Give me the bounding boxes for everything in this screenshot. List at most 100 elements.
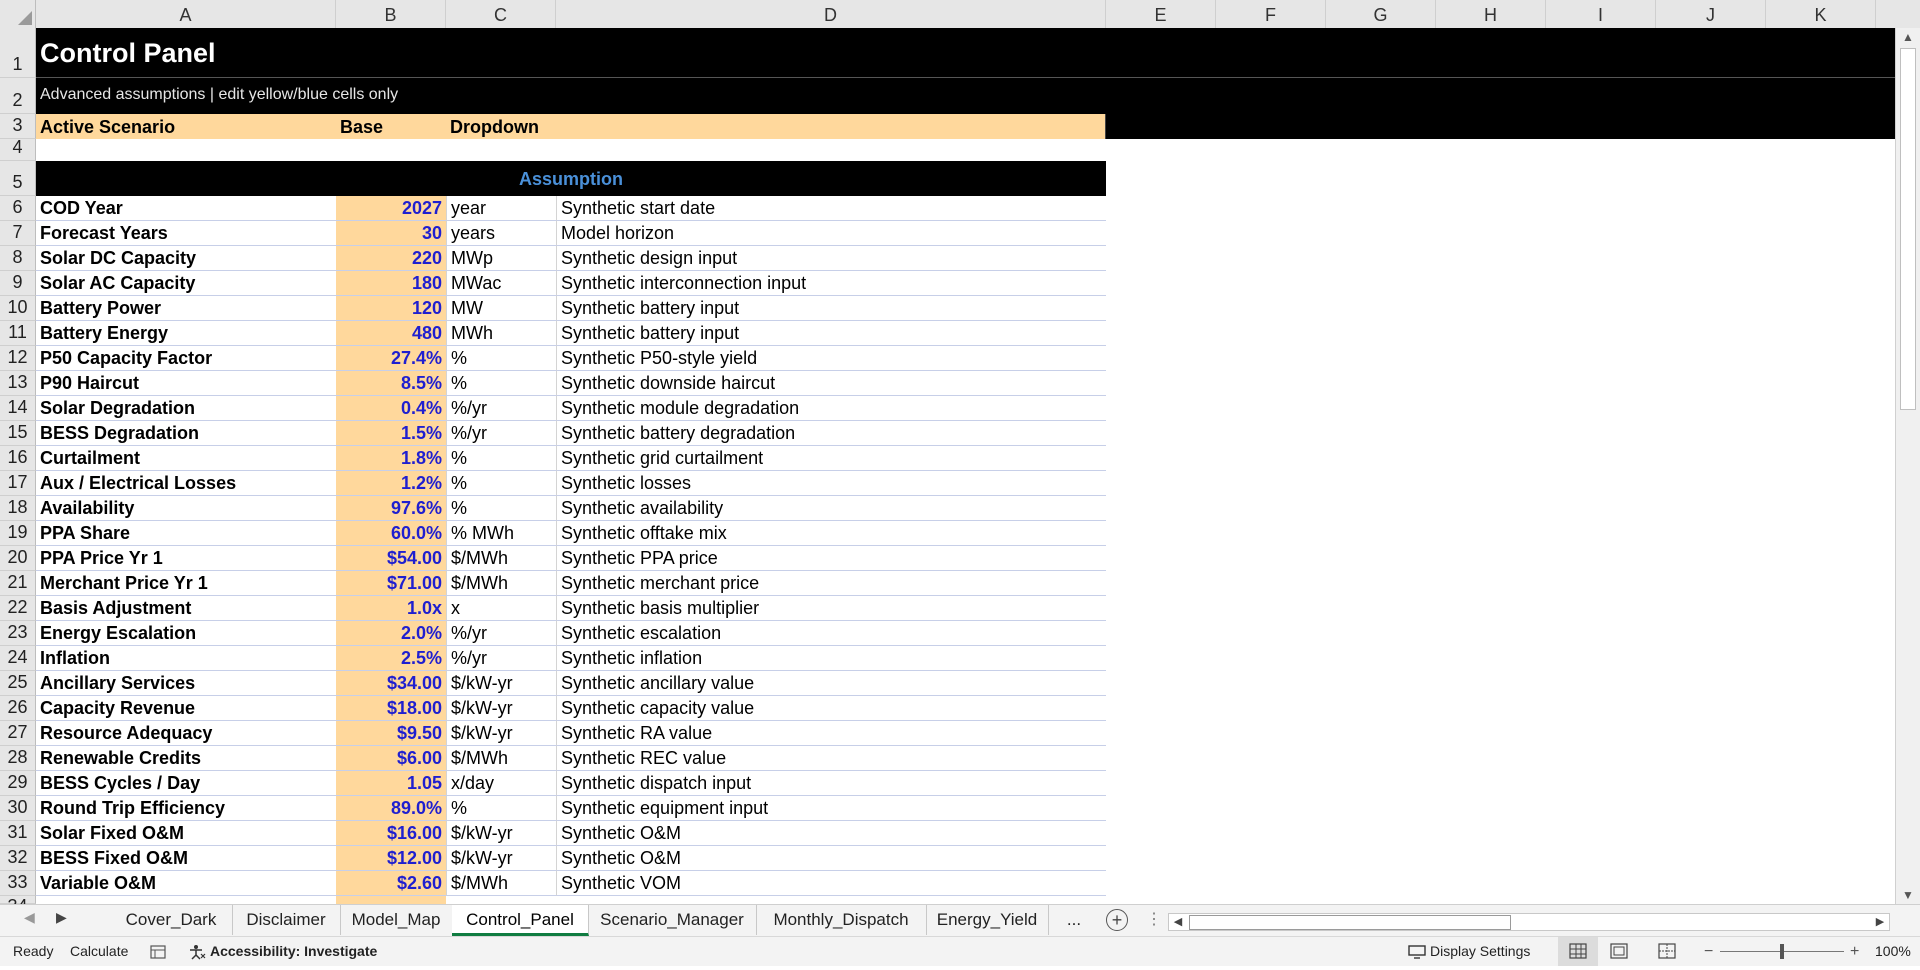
column-header-h[interactable]: H	[1436, 0, 1546, 28]
assumption-input[interactable]: 1.2%	[336, 471, 446, 496]
assumption-input[interactable]: 89.0%	[336, 796, 446, 821]
assumption-unit[interactable]: $/kW-yr	[446, 846, 556, 871]
row-number[interactable]: 12	[0, 346, 36, 371]
assumption-unit[interactable]: x	[446, 596, 556, 621]
column-header-d[interactable]: D	[556, 0, 1106, 28]
assumption-input[interactable]: $12.00	[336, 846, 446, 871]
scenario-value[interactable]: Base	[336, 114, 446, 139]
assumption-unit[interactable]: $/MWh	[446, 746, 556, 771]
assumption-unit[interactable]: %	[446, 796, 556, 821]
assumption-label[interactable]: BESS Fixed O&M	[36, 846, 336, 871]
assumption-note[interactable]: Synthetic O&M	[556, 846, 1106, 871]
vertical-scroll-thumb[interactable]	[1900, 48, 1916, 410]
row-number[interactable]: 7	[0, 221, 36, 246]
assumption-label[interactable]: BESS Degradation	[36, 421, 336, 446]
scroll-down-icon[interactable]: ▼	[1896, 886, 1920, 904]
assumption-unit[interactable]: %/yr	[446, 421, 556, 446]
worksheet[interactable]: A B C D E F G H I J K 1 Control Panel 2 …	[0, 0, 1920, 904]
assumption-input[interactable]: $2.60	[336, 871, 446, 896]
row-number[interactable]: 4	[0, 137, 36, 161]
assumption-note[interactable]: Synthetic basis multiplier	[556, 596, 1106, 621]
assumption-input[interactable]: 0.4%	[336, 396, 446, 421]
assumption-label[interactable]: P50 Capacity Factor	[36, 346, 336, 371]
assumption-input[interactable]: $16.00	[336, 821, 446, 846]
assumption-note[interactable]: Synthetic design input	[556, 246, 1106, 271]
column-header-c[interactable]: C	[446, 0, 556, 28]
assumption-input[interactable]: 2.0%	[336, 621, 446, 646]
next-sheet-icon[interactable]: ▶	[56, 909, 67, 926]
assumption-note[interactable]: Synthetic REC value	[556, 746, 1106, 771]
assumption-input[interactable]: 1.05	[336, 771, 446, 796]
tab-cover-dark[interactable]: Cover_Dark	[110, 905, 233, 935]
row-number[interactable]: 29	[0, 771, 36, 796]
more-tabs-button[interactable]: ...	[1048, 905, 1100, 935]
assumption-unit[interactable]: $/kW-yr	[446, 696, 556, 721]
zoom-slider-thumb[interactable]	[1780, 944, 1784, 959]
assumption-unit[interactable]: $/MWh	[446, 546, 556, 571]
assumption-label[interactable]: Forecast Years	[36, 221, 336, 246]
macro-recording-icon[interactable]	[150, 937, 166, 966]
row-number[interactable]: 15	[0, 421, 36, 446]
assumption-label[interactable]: P90 Haircut	[36, 371, 336, 396]
row-number[interactable]: 1	[0, 28, 36, 78]
assumption-input[interactable]: 1.5%	[336, 421, 446, 446]
assumption-unit[interactable]: %	[446, 446, 556, 471]
tab-monthly-dispatch[interactable]: Monthly_Dispatch	[756, 905, 927, 935]
assumption-label[interactable]: PPA Price Yr 1	[36, 546, 336, 571]
subtitle-cell[interactable]: Advanced assumptions | edit yellow/blue …	[36, 78, 1895, 114]
row-number[interactable]: 8	[0, 246, 36, 271]
assumption-label[interactable]: Solar AC Capacity	[36, 271, 336, 296]
assumption-input[interactable]: $34.00	[336, 671, 446, 696]
assumption-note[interactable]: Synthetic module degradation	[556, 396, 1106, 421]
assumption-note[interactable]: Synthetic PPA price	[556, 546, 1106, 571]
column-header-f[interactable]: F	[1216, 0, 1326, 28]
assumption-unit[interactable]: %/yr	[446, 621, 556, 646]
select-all-corner[interactable]	[0, 0, 36, 28]
assumption-note[interactable]: Synthetic ancillary value	[556, 671, 1106, 696]
row-number[interactable]: 13	[0, 371, 36, 396]
assumption-unit[interactable]: %	[446, 496, 556, 521]
assumption-label[interactable]: Inflation	[36, 646, 336, 671]
assumption-label[interactable]: Variable O&M	[36, 871, 336, 896]
assumption-note[interactable]: Synthetic downside haircut	[556, 371, 1106, 396]
assumption-input[interactable]: 8.5%	[336, 371, 446, 396]
assumption-unit[interactable]: $/kW-yr	[446, 671, 556, 696]
row-number[interactable]: 25	[0, 671, 36, 696]
scroll-right-icon[interactable]: ▶	[1871, 914, 1889, 930]
tab-energy-yield[interactable]: Energy_Yield	[926, 905, 1049, 935]
assumption-unit[interactable]: %	[446, 346, 556, 371]
scenario-label[interactable]: Active Scenario	[36, 114, 336, 139]
column-header-i[interactable]: I	[1546, 0, 1656, 28]
row-number[interactable]: 31	[0, 821, 36, 846]
assumption-label[interactable]: Aux / Electrical Losses	[36, 471, 336, 496]
assumption-note[interactable]: Synthetic O&M	[556, 821, 1106, 846]
column-header-e[interactable]: E	[1106, 0, 1216, 28]
assumption-note[interactable]: Synthetic VOM	[556, 871, 1106, 896]
assumption-input[interactable]: 1.8%	[336, 446, 446, 471]
row-number[interactable]: 27	[0, 721, 36, 746]
assumption-input[interactable]: 120	[336, 296, 446, 321]
assumption-unit[interactable]: MWac	[446, 271, 556, 296]
row-number[interactable]: 24	[0, 646, 36, 671]
assumption-label[interactable]: BESS Cycles / Day	[36, 771, 336, 796]
title-cell[interactable]: Control Panel	[36, 28, 1895, 78]
section-header-cell[interactable]: Assumption	[36, 161, 1106, 196]
assumption-input[interactable]: 30	[336, 221, 446, 246]
horizontal-scrollbar[interactable]: ◀ ▶	[1168, 913, 1890, 931]
assumption-label[interactable]: Capacity Revenue	[36, 696, 336, 721]
assumption-unit[interactable]: %/yr	[446, 396, 556, 421]
assumption-unit[interactable]: %	[446, 471, 556, 496]
assumption-input[interactable]: $9.50	[336, 721, 446, 746]
column-header-g[interactable]: G	[1326, 0, 1436, 28]
column-header-a[interactable]: A	[36, 0, 336, 28]
assumption-label[interactable]: Basis Adjustment	[36, 596, 336, 621]
tab-splitter-icon[interactable]: ⋮	[1146, 909, 1162, 929]
assumption-unit[interactable]: %	[446, 371, 556, 396]
assumption-note[interactable]: Synthetic merchant price	[556, 571, 1106, 596]
row-number[interactable]: 32	[0, 846, 36, 871]
assumption-label[interactable]: Battery Energy	[36, 321, 336, 346]
assumption-note[interactable]: Synthetic dispatch input	[556, 771, 1106, 796]
assumption-input[interactable]: 97.6%	[336, 496, 446, 521]
assumption-input[interactable]: $6.00	[336, 746, 446, 771]
row-number[interactable]: 30	[0, 796, 36, 821]
